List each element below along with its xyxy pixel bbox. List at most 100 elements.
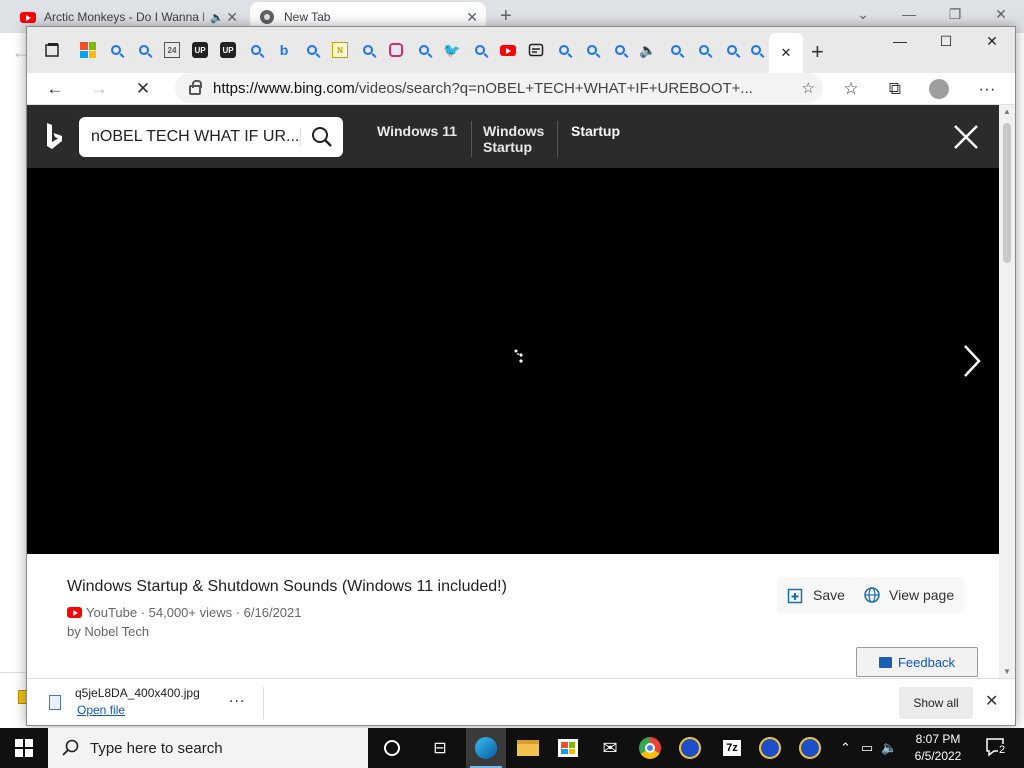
add-favorite-icon[interactable]: ☆ xyxy=(802,79,815,97)
more-options-button[interactable]: ... xyxy=(229,689,245,707)
video-title[interactable]: Windows Startup & Shutdown Sounds (Windo… xyxy=(67,578,507,596)
tab-search[interactable] xyxy=(131,37,157,63)
chevron-right-icon[interactable] xyxy=(961,343,983,379)
close-icon[interactable]: ✕ xyxy=(466,9,478,26)
show-all-button[interactable]: Show all xyxy=(899,687,973,719)
chevron-up-icon[interactable]: ⌃ xyxy=(840,740,851,756)
stop-loading-icon[interactable]: ✕ xyxy=(129,76,157,102)
search-icon xyxy=(587,45,597,55)
forward-icon[interactable]: → xyxy=(85,76,113,102)
search-button[interactable] xyxy=(301,117,343,157)
tab-search[interactable] xyxy=(743,37,769,63)
tab-microsoft[interactable] xyxy=(75,37,101,63)
bing-logo-icon[interactable] xyxy=(45,122,65,150)
add-to-collection-icon xyxy=(787,588,803,604)
sonic-game-icon[interactable] xyxy=(670,728,710,768)
tab-app[interactable] xyxy=(523,37,549,63)
download-filename[interactable]: q5jeL8DA_400x400.jpg xyxy=(75,686,200,700)
profile-avatar[interactable] xyxy=(925,76,953,102)
search-icon xyxy=(251,45,261,55)
tab-search[interactable] xyxy=(103,37,129,63)
tab-search[interactable] xyxy=(579,37,605,63)
scrollbar-thumb[interactable] xyxy=(1003,123,1011,263)
sonic-game-icon[interactable] xyxy=(750,728,790,768)
tab-twitter[interactable]: 🐦 xyxy=(439,37,465,63)
edge-taskbar-icon[interactable] xyxy=(466,728,506,768)
view-page-button[interactable]: View page xyxy=(853,577,965,613)
tab-notion[interactable]: N xyxy=(327,37,353,63)
tab-youtube[interactable] xyxy=(495,37,521,63)
file-explorer-icon[interactable] xyxy=(508,728,548,768)
scroll-down-icon[interactable]: ▼ xyxy=(1003,667,1011,676)
search-input[interactable]: nOBEL TECH WHAT IF UR... xyxy=(79,128,301,146)
edge-window: 24 UP UP b N 🐦 🔈 ✕ + — ☐ ✕ ← → ✕ https:/… xyxy=(26,26,1016,726)
tab-search[interactable] xyxy=(243,37,269,63)
close-icon[interactable] xyxy=(949,120,983,154)
close-icon[interactable]: ✕ xyxy=(985,691,998,711)
tab-audio[interactable]: 🔈 xyxy=(635,37,661,63)
back-icon[interactable]: ← xyxy=(41,76,69,102)
tab-search[interactable] xyxy=(467,37,493,63)
notification-center-icon[interactable]: 2 xyxy=(984,736,1007,761)
mail-icon[interactable]: ✉ xyxy=(590,728,630,768)
feedback-button[interactable]: Feedback xyxy=(856,647,978,677)
tab-search[interactable] xyxy=(355,37,381,63)
tab-search[interactable] xyxy=(691,37,717,63)
start-button[interactable] xyxy=(0,728,48,768)
volume-icon[interactable]: 🔈 xyxy=(881,740,897,756)
cortana-icon[interactable] xyxy=(372,728,412,768)
search-icon xyxy=(727,45,737,55)
maximize-icon[interactable]: ☐ xyxy=(923,29,969,53)
address-url[interactable]: https://www.bing.com/videos/search?q=nOB… xyxy=(213,80,783,97)
close-icon[interactable]: ✕ xyxy=(781,45,792,61)
tab-actions-icon[interactable] xyxy=(39,37,65,63)
new-tab-icon[interactable]: + xyxy=(811,39,824,65)
close-icon[interactable]: ✕ xyxy=(969,29,1015,53)
vertical-scrollbar[interactable]: ▲ ▼ xyxy=(999,105,1015,678)
tab-search[interactable] xyxy=(607,37,633,63)
lock-icon[interactable] xyxy=(189,80,202,95)
twitter-icon: 🐦 xyxy=(443,41,461,58)
new-tab-icon[interactable]: + xyxy=(500,5,512,28)
network-icon[interactable]: ▭ xyxy=(861,740,873,756)
tab-startup[interactable]: Startup xyxy=(571,123,620,139)
tab-bing[interactable]: b xyxy=(271,37,297,63)
close-icon[interactable]: ✕ xyxy=(226,9,238,26)
more-icon[interactable]: ··· xyxy=(973,76,1001,102)
tab-search[interactable] xyxy=(411,37,437,63)
tab-active[interactable]: ✕ xyxy=(769,33,803,73)
tab-up[interactable]: UP xyxy=(187,37,213,63)
tab-up[interactable]: UP xyxy=(215,37,241,63)
minimize-icon[interactable]: — xyxy=(877,29,923,53)
task-view-icon[interactable]: ⊟ xyxy=(420,728,460,768)
tab-windows-startup[interactable]: Windows Startup xyxy=(483,123,547,155)
bing-icon: b xyxy=(279,42,289,58)
feedback-label: Feedback xyxy=(897,654,956,670)
video-player[interactable] xyxy=(27,168,999,554)
tab-24[interactable]: 24 xyxy=(159,37,185,63)
search-icon xyxy=(615,45,625,55)
address-bar[interactable]: https://www.bing.com/videos/search?q=nOB… xyxy=(175,73,823,103)
chrome-taskbar-icon[interactable] xyxy=(630,728,670,768)
collections-icon[interactable]: ⧉ xyxy=(881,76,909,102)
loading-spinner-icon xyxy=(514,349,523,363)
open-file-link[interactable]: Open file xyxy=(77,703,125,717)
scroll-up-icon[interactable]: ▲ xyxy=(1003,107,1011,116)
taskbar-search[interactable]: Type here to search xyxy=(48,728,368,768)
7zip-icon[interactable]: 7z xyxy=(712,728,752,768)
search-icon xyxy=(62,739,79,756)
instagram-icon xyxy=(389,43,403,57)
tab-windows-11[interactable]: Windows 11 xyxy=(377,123,457,139)
tab-search[interactable] xyxy=(551,37,577,63)
tab-search[interactable] xyxy=(299,37,325,63)
tab-search[interactable] xyxy=(719,37,745,63)
tab-search[interactable] xyxy=(663,37,689,63)
clock[interactable]: 8:07 PM 6/5/2022 xyxy=(906,731,970,765)
sonic-game-icon[interactable] xyxy=(790,728,830,768)
favorites-icon[interactable]: ☆ xyxy=(837,76,865,102)
speaker-icon[interactable]: 🔈 xyxy=(210,11,224,24)
store-icon[interactable] xyxy=(548,728,588,768)
save-button[interactable]: Save xyxy=(777,577,855,613)
tab-instagram[interactable] xyxy=(383,37,409,63)
windows-icon xyxy=(15,739,33,757)
